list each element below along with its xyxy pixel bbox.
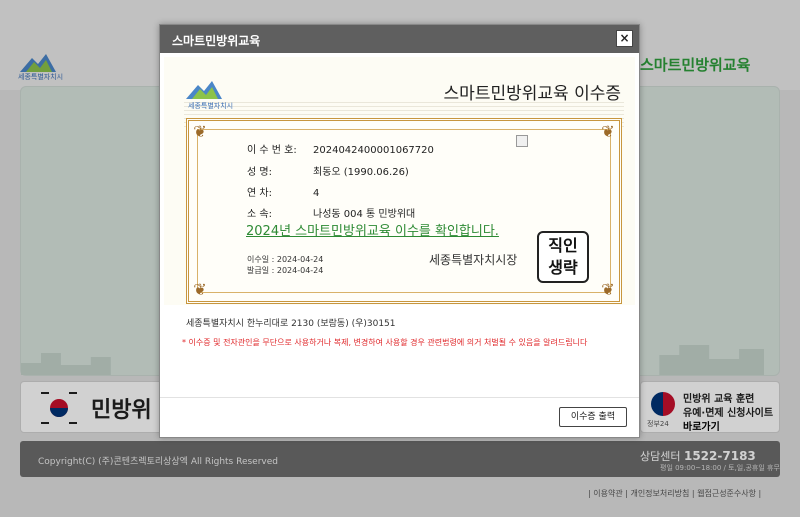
close-button[interactable]: ×	[616, 30, 633, 47]
field-year: 연 차: 4	[247, 184, 319, 199]
certificate: 세종특별자치시 스마트민방위교육 이수증 ❦ ❦ ❦ ❦ 이 수 번 호: 202…	[164, 57, 635, 305]
seal-line1: 직인	[548, 236, 578, 255]
issuer-name: 세종특별자치시장	[429, 253, 518, 267]
corner-ornament-icon: ❦	[193, 122, 207, 141]
corner-ornament-icon: ❦	[193, 280, 207, 299]
field-value: 2024042400001067720	[313, 145, 434, 156]
field-cert-number: 이 수 번 호: 2024042400001067720	[247, 141, 434, 156]
certificate-frame: ❦ ❦ ❦ ❦ 이 수 번 호: 2024042400001067720 성 명:…	[186, 118, 622, 304]
modal-titlebar: 스마트민방위교육 ×	[160, 25, 639, 53]
seal-line2: 생략	[548, 258, 578, 277]
field-value: 4	[313, 188, 320, 199]
field-value: 나성동 004 통 민방위대	[313, 209, 416, 220]
completion-date: 이수일 : 2024-04-24	[247, 255, 324, 264]
certificate-logo: 세종특별자치시	[184, 79, 256, 113]
divider	[160, 397, 639, 398]
modal-title: 스마트민방위교육	[172, 34, 261, 48]
date-block: 이수일 : 2024-04-24 발급일 : 2024-04-24	[247, 254, 323, 276]
certificate-title: 스마트민방위교육 이수증	[443, 84, 621, 104]
field-label: 소 속:	[247, 209, 272, 220]
corner-ornament-icon: ❦	[601, 280, 615, 299]
certificate-modal: 스마트민방위교육 × 세종특별자치시 스마트민방위교육 이수증 ❦ ❦ ❦ ❦ …	[159, 24, 640, 438]
certificate-logo-text: 세종특별자치시	[188, 102, 234, 110]
warning-notice: * 이수증 및 전자관인을 무단으로 사용하거나 복제, 변경하여 사용할 경우…	[182, 338, 588, 347]
field-label: 이 수 번 호:	[247, 145, 297, 156]
issuer-address: 세종특별자치시 한누리대로 2130 (보람동) (우)30151	[186, 319, 396, 329]
field-label: 성 명:	[247, 167, 272, 178]
print-certificate-button[interactable]: 이수증 출력	[559, 407, 627, 427]
mountain-logo-icon	[186, 81, 222, 99]
broken-image-icon	[516, 135, 528, 147]
confirmation-text: 2024년 스마트민방위교육 이수를 확인합니다.	[246, 224, 499, 239]
official-seal: 직인 생략	[537, 231, 589, 283]
field-label: 연 차:	[247, 188, 272, 199]
issue-date: 발급일 : 2024-04-24	[247, 266, 324, 275]
field-value: 최동오 (1990.06.26)	[313, 167, 409, 178]
corner-ornament-icon: ❦	[601, 122, 615, 141]
field-unit: 소 속: 나성동 004 통 민방위대	[247, 205, 415, 220]
field-name: 성 명: 최동오 (1990.06.26)	[247, 163, 409, 178]
